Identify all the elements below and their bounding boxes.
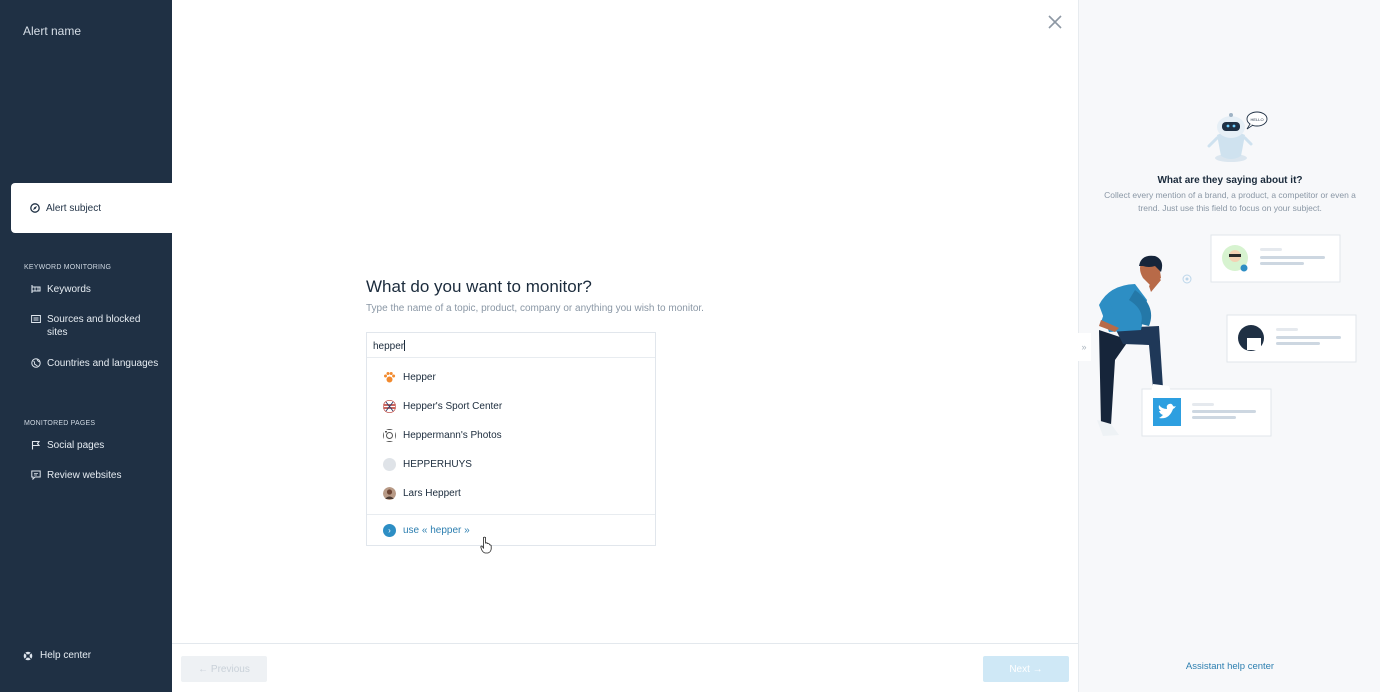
assistant-help-center-link[interactable]: Assistant help center	[1079, 661, 1380, 672]
robot-icon	[1207, 113, 1253, 162]
sidebar-item-social-pages[interactable]: Social pages	[31, 439, 104, 452]
use-keyword-option[interactable]: › use « hepper »	[367, 514, 655, 546]
sport-center-logo-icon	[383, 400, 396, 413]
sidebar-item-label: Keywords	[47, 284, 91, 295]
sidebar-item-label: Sources and blocked sites	[47, 314, 141, 338]
sidebar: Alert name Alert subject KEYWORD MONITOR…	[0, 0, 172, 692]
search-input[interactable]: hepper	[367, 333, 655, 358]
app-root: Alert name Alert subject KEYWORD MONITOR…	[0, 0, 1380, 692]
mention-card	[1210, 234, 1341, 283]
next-button[interactable]: Next →	[983, 656, 1069, 682]
suggestion-label: Heppermann's Photos	[403, 430, 502, 441]
previous-button[interactable]: ← Previous	[181, 656, 267, 682]
suggestion-label: HEPPERHUYS	[403, 459, 472, 470]
assistant-description: Collect every mention of a brand, a prod…	[1104, 190, 1356, 213]
suggestion-item[interactable]: HEPPERHUYS	[383, 458, 472, 471]
help-center-link[interactable]: Help center	[23, 650, 91, 661]
search-input-value: hepper	[373, 341, 405, 352]
person-avatar	[383, 487, 396, 500]
suggestion-item[interactable]: Lars Heppert	[383, 487, 461, 500]
assistant-illustration: HELLO	[1097, 111, 1357, 437]
suggestion-item[interactable]: Heppermann's Photos	[383, 429, 502, 442]
sidebar-item-keywords[interactable]: Keywords	[31, 283, 91, 296]
flag-icon	[31, 440, 41, 450]
suggestion-label: Hepper's Sport Center	[403, 401, 503, 412]
sidebar-item-countries[interactable]: Countries and languages	[31, 357, 158, 370]
twitter-card	[1141, 388, 1272, 437]
assistant-panel: » HELLO What are they saying about it? C…	[1077, 0, 1380, 692]
alert-name-title[interactable]: Alert name	[23, 24, 81, 38]
main-panel: What do you want to monitor? Type the na…	[172, 0, 1078, 692]
bubble-text: HELLO	[1250, 117, 1263, 122]
monitor-header: What do you want to monitor? Type the na…	[366, 277, 786, 314]
sidebar-item-label: Social pages	[47, 440, 105, 451]
sidebar-item-alert-subject[interactable]: Alert subject	[11, 183, 172, 233]
sidebar-item-label: Review websites	[47, 470, 122, 481]
chevron-right-icon: ›	[383, 524, 396, 537]
keywords-icon	[31, 285, 41, 293]
sidebar-item-review-websites[interactable]: Review websites	[31, 469, 121, 482]
mention-card	[1226, 314, 1357, 363]
page-title: What do you want to monitor?	[366, 277, 592, 296]
help-center-label: Help center	[40, 650, 92, 661]
photos-logo-icon	[383, 429, 396, 442]
assistant-title: What are they saying about it?	[1157, 175, 1303, 186]
suggestion-label: Lars Heppert	[403, 488, 461, 499]
hand-cursor-icon	[480, 536, 492, 554]
search-autocomplete: hepper Hepper Hepper's Sport Center Hepp…	[366, 332, 656, 546]
suggestion-label: Hepper	[403, 372, 436, 383]
close-icon[interactable]	[1047, 14, 1063, 30]
sidebar-item-sources[interactable]: Sources and blocked sites	[31, 313, 151, 339]
globe-icon	[31, 358, 41, 368]
lifebuoy-icon	[23, 651, 33, 660]
use-keyword-label: use « hepper »	[403, 525, 470, 536]
suggestion-item[interactable]: Hepper's Sport Center	[383, 400, 502, 413]
speech-bubble-icon: HELLO	[1246, 111, 1268, 130]
compass-icon	[30, 203, 40, 213]
sidebar-item-label: Countries and languages	[47, 358, 159, 369]
sidebar-item-label: Alert subject	[46, 202, 102, 214]
review-icon	[31, 470, 41, 480]
wizard-footer: ← Previous Next →	[172, 643, 1078, 692]
section-keyword-monitoring: KEYWORD MONITORING	[24, 264, 112, 271]
suggestion-item[interactable]: Hepper	[383, 371, 436, 384]
sources-icon	[31, 315, 41, 323]
paw-icon	[384, 372, 396, 383]
page-subtitle: Type the name of a topic, product, compa…	[366, 303, 704, 314]
text-caret	[404, 340, 406, 351]
section-monitored-pages: MONITORED PAGES	[24, 420, 96, 427]
placeholder-avatar	[383, 458, 396, 471]
